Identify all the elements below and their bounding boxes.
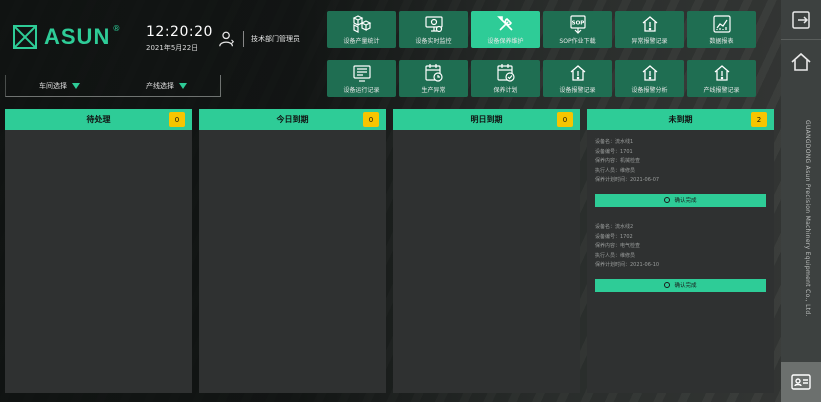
button-label: 确认完成 bbox=[674, 283, 697, 290]
count-badge: 2 bbox=[751, 112, 767, 127]
card-executor: 执行人员：维修员 bbox=[595, 252, 636, 259]
nav-maintenance-plan[interactable]: 保养计划 bbox=[471, 60, 540, 97]
column-due-today: 今日到期 0 bbox=[199, 109, 386, 393]
card-content: 保养内容：机械检查 bbox=[595, 158, 641, 165]
column-not-due: 未到期 2 设备名：流水线1 设备编号：1701 保养内容：机械检查 执行人员：… bbox=[587, 109, 774, 393]
nav-exception-alarm[interactable]: 异常报警记录 bbox=[615, 11, 684, 48]
user-info[interactable]: 技术部门管理员 bbox=[218, 30, 300, 48]
card-device-code: 设备编号：1702 bbox=[595, 233, 633, 240]
calendar-icon bbox=[424, 64, 443, 82]
nav-data-report[interactable]: 数据报表 bbox=[687, 11, 756, 48]
alarm-icon bbox=[570, 65, 585, 81]
alarm-analysis-icon bbox=[642, 65, 657, 81]
tools-icon bbox=[496, 16, 513, 31]
home-icon bbox=[791, 52, 811, 71]
nav-label: 数据报表 bbox=[709, 38, 734, 45]
registered-mark: ® bbox=[112, 23, 121, 33]
nav-line-alarm-record[interactable]: 产线报警记录 bbox=[687, 60, 756, 97]
clock: 12:20:20 2021年5月22日 bbox=[146, 24, 213, 53]
nav-label: 设备报警分析 bbox=[631, 87, 668, 94]
nav-label: 设备保养维护 bbox=[487, 38, 524, 45]
clock-date: 2021年5月22日 bbox=[146, 44, 199, 52]
nav-label: 保养计划 bbox=[493, 87, 518, 94]
company-name: GUANGDONG Asun Precision Machinery Equip… bbox=[804, 120, 811, 317]
profile-card-button[interactable] bbox=[781, 362, 821, 402]
log-icon bbox=[352, 65, 371, 82]
button-label: 确认完成 bbox=[674, 198, 697, 205]
brand-logo: ASUN ® bbox=[13, 24, 120, 50]
column-title: 未到期 bbox=[668, 115, 693, 124]
nav-label: 生产异常 bbox=[421, 87, 446, 94]
nav-sop-download[interactable]: SOP SOP作业下载 bbox=[543, 11, 612, 48]
card-device-name: 设备名：流水线2 bbox=[595, 223, 634, 230]
column-pending: 待处理 0 bbox=[5, 109, 192, 393]
nav-run-log[interactable]: 设备运行记录 bbox=[327, 60, 396, 97]
column-title: 明日到期 bbox=[470, 115, 503, 124]
column-header: 待处理 0 bbox=[5, 109, 192, 130]
boxes-icon bbox=[352, 15, 371, 33]
task-card: 设备名：流水线1 设备编号：1701 保养内容：机械检查 执行人员：维修员 保养… bbox=[587, 130, 774, 207]
count-badge: 0 bbox=[557, 112, 573, 127]
user-divider bbox=[243, 31, 244, 47]
task-card: 设备名：流水线2 设备编号：1702 保养内容：电气检查 执行人员：维修员 保养… bbox=[587, 207, 774, 292]
nav-label: 设备产量统计 bbox=[343, 38, 380, 45]
nav-label: SOP作业下载 bbox=[559, 38, 596, 45]
check-circle-icon bbox=[664, 197, 671, 204]
card-device-code: 设备编号：1701 bbox=[595, 148, 633, 155]
nav-label: 异常报警记录 bbox=[631, 38, 668, 45]
card-plan-time: 保养计划时间：2021-06-10 bbox=[595, 262, 660, 269]
line-filter-label: 产线选择 bbox=[146, 81, 174, 90]
logout-button[interactable] bbox=[781, 0, 821, 40]
clock-time: 12:20:20 bbox=[146, 24, 213, 40]
filter-bar: 车间选择 产线选择 bbox=[5, 75, 221, 97]
column-due-tomorrow: 明日到期 0 bbox=[393, 109, 580, 393]
user-icon bbox=[219, 31, 235, 47]
card-content: 保养内容：电气检查 bbox=[595, 243, 641, 250]
logo-mark-icon bbox=[13, 25, 37, 49]
nav-label: 产线报警记录 bbox=[703, 87, 740, 94]
workshop-filter[interactable]: 车间选择 bbox=[6, 75, 113, 96]
nav-production-exception[interactable]: 生产异常 bbox=[399, 60, 468, 97]
column-header: 今日到期 0 bbox=[199, 109, 386, 130]
nav-label: 设备运行记录 bbox=[343, 87, 380, 94]
nav-maintenance[interactable]: 设备保养维护 bbox=[471, 11, 540, 48]
logout-icon bbox=[792, 10, 810, 29]
column-header: 未到期 2 bbox=[587, 109, 774, 130]
dropdown-triangle-icon bbox=[179, 82, 187, 89]
count-badge: 0 bbox=[169, 112, 185, 127]
check-circle-icon bbox=[664, 282, 671, 289]
workshop-filter-label: 车间选择 bbox=[39, 81, 67, 90]
card-executor: 执行人员：维修员 bbox=[595, 167, 636, 174]
line-filter[interactable]: 产线选择 bbox=[113, 75, 220, 96]
svg-text:SOP: SOP bbox=[571, 21, 584, 27]
card-device-name: 设备名：流水线1 bbox=[595, 139, 634, 145]
chart-icon bbox=[712, 15, 731, 33]
confirm-complete-button[interactable]: 确认完成 bbox=[595, 193, 766, 207]
card-plan-time: 保养计划时间：2021-06-07 bbox=[595, 177, 660, 184]
nav-realtime-monitor[interactable]: 设备实时监控 bbox=[399, 11, 468, 48]
column-header: 明日到期 0 bbox=[393, 109, 580, 130]
count-badge: 0 bbox=[363, 112, 379, 127]
calendar-check-icon bbox=[496, 64, 515, 82]
alarm-house-icon bbox=[642, 16, 657, 32]
brand-name: ASUN bbox=[44, 24, 111, 49]
nav-device-alarm-record[interactable]: 设备报警记录 bbox=[543, 60, 612, 97]
user-name: 技术部门管理员 bbox=[251, 35, 300, 43]
dropdown-triangle-icon bbox=[72, 82, 80, 89]
home-button[interactable] bbox=[781, 42, 821, 82]
nav-label: 设备实时监控 bbox=[415, 38, 452, 45]
confirm-complete-button[interactable]: 确认完成 bbox=[595, 278, 766, 292]
column-title: 待处理 bbox=[86, 115, 111, 124]
column-title: 今日到期 bbox=[276, 115, 309, 124]
nav-device-alarm-analysis[interactable]: 设备报警分析 bbox=[615, 60, 684, 97]
sop-icon: SOP bbox=[569, 15, 586, 34]
nav-production-stats[interactable]: 设备产量统计 bbox=[327, 11, 396, 48]
id-card-icon bbox=[791, 374, 811, 390]
line-alarm-icon bbox=[714, 65, 729, 81]
nav-label: 设备报警记录 bbox=[559, 87, 596, 94]
monitor-icon bbox=[424, 16, 443, 33]
